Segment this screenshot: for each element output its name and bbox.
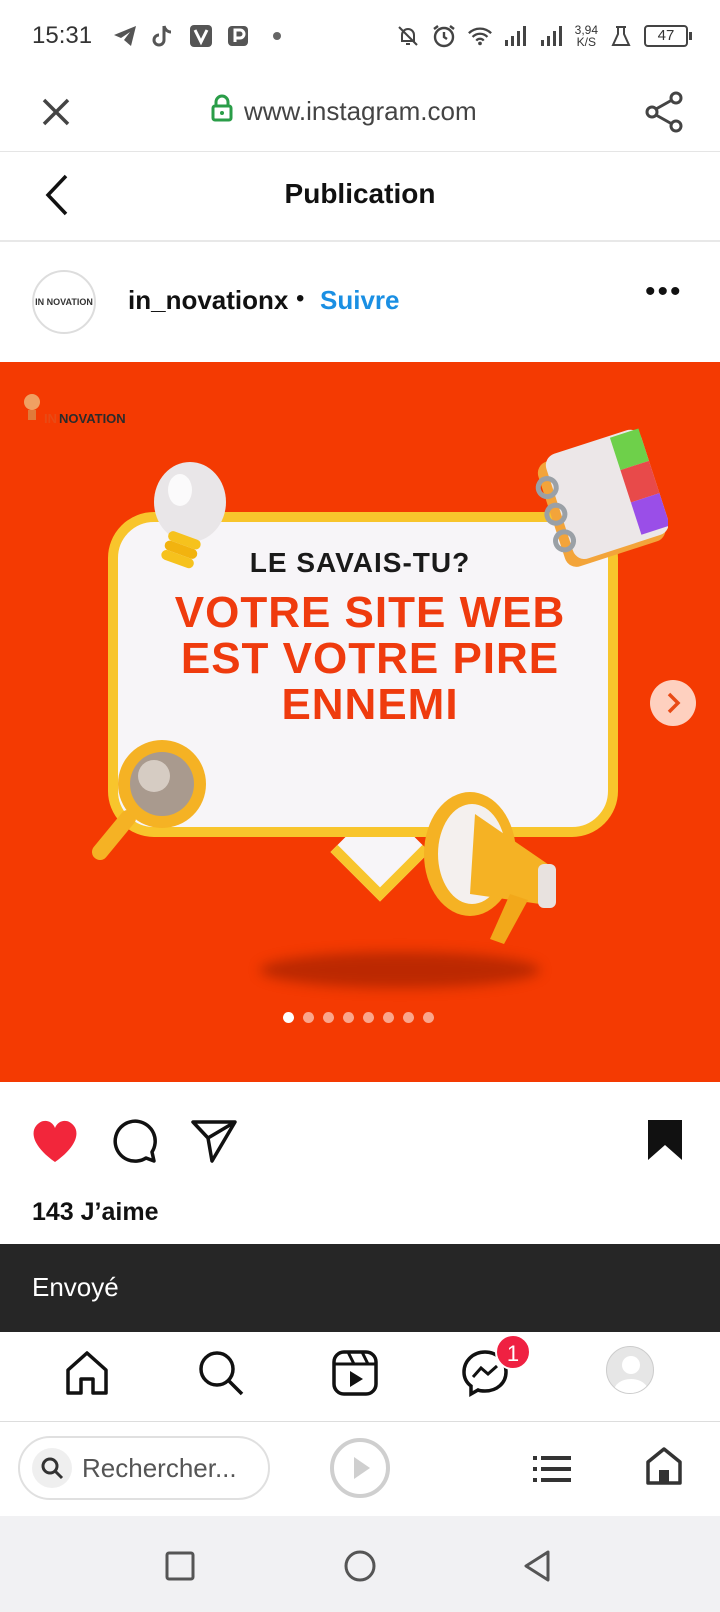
- carousel-dot: [403, 1012, 414, 1023]
- drop-shadow: [260, 952, 540, 988]
- carousel-dots: [283, 1012, 434, 1023]
- carousel-dot: [383, 1012, 394, 1023]
- browser-home-icon[interactable]: [645, 1446, 683, 1486]
- toast-message: Envoyé: [32, 1272, 119, 1302]
- follow-button[interactable]: Suivre: [320, 285, 400, 316]
- back-triangle-icon[interactable]: [520, 1548, 556, 1584]
- post-header: IN NOVATION in_novationx • Suivre •••: [0, 242, 720, 362]
- share-icon[interactable]: [642, 90, 686, 134]
- tiktok-icon: [150, 23, 176, 49]
- post-image[interactable]: IN NOVATION LE SAVAIS-TU? VOTRE SITE WEB…: [0, 362, 720, 1082]
- send-icon[interactable]: [190, 1118, 240, 1164]
- p-app-icon: [226, 23, 252, 49]
- carousel-dot: [343, 1012, 354, 1023]
- megaphone-icon: [424, 792, 556, 944]
- bookmark-icon[interactable]: [646, 1118, 696, 1164]
- carousel-dot: [303, 1012, 314, 1023]
- carousel-dot: [283, 1012, 294, 1023]
- url-text: www.instagram.com: [244, 96, 477, 126]
- brand-suffix: NOVATION: [59, 411, 126, 426]
- signal-icon: [503, 23, 529, 49]
- wifi-icon: [467, 23, 493, 49]
- network-speed-unit: K/S: [576, 35, 596, 49]
- bulb-logo-icon: [24, 394, 40, 420]
- carousel-next-button[interactable]: [650, 680, 696, 726]
- reels-icon[interactable]: [330, 1348, 380, 1398]
- v-app-icon: [188, 23, 214, 49]
- post-actions: [0, 1082, 720, 1192]
- post-headline: VOTRE SITE WEB EST VOTRE PIRE ENNEMI: [174, 588, 566, 729]
- browser-url-bar: www.instagram.com: [0, 72, 720, 152]
- profile-avatar[interactable]: [606, 1346, 654, 1394]
- play-icon[interactable]: [330, 1438, 390, 1498]
- page-title: Publication: [284, 178, 436, 209]
- battery-icon: 47: [644, 25, 692, 47]
- browser-bottom-bar: Rechercher...: [0, 1422, 720, 1516]
- search-placeholder: Rechercher...: [82, 1452, 237, 1483]
- brand-logo: IN NOVATION: [22, 392, 126, 426]
- magnifier-icon: [92, 740, 206, 860]
- alarm-icon: [431, 23, 457, 49]
- carousel-dot: [363, 1012, 374, 1023]
- search-icon: [32, 1448, 72, 1488]
- page-header: Publication: [0, 152, 720, 242]
- lab-icon: [608, 23, 634, 49]
- likes-count[interactable]: 143 J’aime: [32, 1198, 159, 1227]
- network-speed: 3,94 K/S: [575, 24, 598, 48]
- status-time: 15:31: [32, 22, 93, 49]
- telegram-icon: [112, 23, 138, 49]
- avatar[interactable]: IN NOVATION: [32, 270, 96, 334]
- status-bar: 15:31 3,94 K/S 47: [0, 0, 720, 72]
- list-icon[interactable]: [532, 1452, 572, 1486]
- dot-icon: [264, 23, 290, 49]
- user-icon: [614, 1356, 648, 1393]
- post-username[interactable]: in_novationx: [128, 285, 288, 316]
- carousel-dot: [323, 1012, 334, 1023]
- instagram-bottom-nav: 1: [0, 1332, 720, 1422]
- search-icon[interactable]: [196, 1348, 246, 1398]
- separator-dot: •: [296, 285, 305, 312]
- more-options-icon[interactable]: •••: [645, 277, 685, 308]
- sent-toast: Envoyé: [0, 1244, 720, 1332]
- carousel-dot: [423, 1012, 434, 1023]
- close-icon[interactable]: [36, 92, 76, 132]
- bell-off-icon: [395, 23, 421, 49]
- home-icon[interactable]: [62, 1348, 112, 1398]
- avatar-text: IN NOVATION: [35, 297, 93, 307]
- chevron-right-icon: [667, 692, 681, 714]
- browser-search-input[interactable]: Rechercher...: [18, 1436, 270, 1500]
- lock-icon: [210, 94, 234, 129]
- comment-icon[interactable]: [110, 1118, 160, 1164]
- recents-icon[interactable]: [162, 1548, 198, 1584]
- signal-icon: [539, 23, 565, 49]
- post-kicker: LE SAVAIS-TU?: [249, 547, 471, 578]
- home-circle-icon[interactable]: [342, 1548, 378, 1584]
- url-field[interactable]: www.instagram.com: [210, 94, 477, 129]
- brand-prefix: IN: [44, 411, 57, 426]
- heart-icon[interactable]: [30, 1118, 80, 1164]
- messenger-badge: 1: [495, 1334, 531, 1370]
- system-nav-bar: [0, 1516, 720, 1612]
